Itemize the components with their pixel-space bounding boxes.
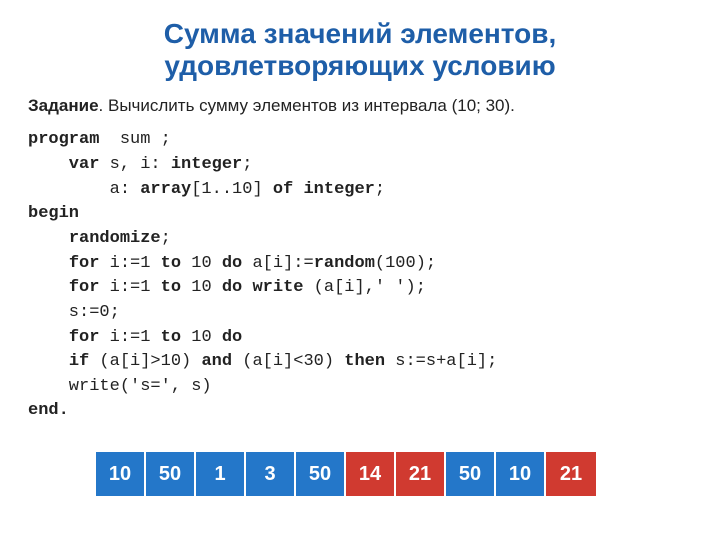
kw-randomize: randomize xyxy=(69,229,161,248)
array-cell-5: 14 xyxy=(346,452,396,496)
code-t: a: xyxy=(28,180,140,199)
code-t: s:=s+a[i]; xyxy=(385,352,497,371)
code-t: ; xyxy=(242,155,252,174)
kw-to: to xyxy=(161,278,181,297)
code-t: i:=1 xyxy=(99,278,160,297)
kw-for: for xyxy=(69,328,100,347)
array-cell-6: 21 xyxy=(396,452,446,496)
kw-begin: begin xyxy=(28,204,79,223)
array-cell-8: 10 xyxy=(496,452,546,496)
kw-end: end. xyxy=(28,401,69,420)
code-t: [1..10] xyxy=(191,180,273,199)
code-t: (a[i]<30) xyxy=(232,352,344,371)
code-t: 10 xyxy=(181,328,222,347)
code-t: write('s=', s) xyxy=(28,377,212,396)
page-title: Сумма значений элементов, удовлетворяющи… xyxy=(0,0,720,90)
code-t: s, i: xyxy=(99,155,170,174)
kw-of-integer: of integer xyxy=(273,180,375,199)
code-t xyxy=(28,229,69,248)
array-cell-9: 21 xyxy=(546,452,596,496)
code-t: s:=0; xyxy=(28,303,120,322)
task-label: Задание xyxy=(28,96,99,115)
kw-to: to xyxy=(161,328,181,347)
array-bar: 105013501421501021 xyxy=(96,452,596,496)
code-t xyxy=(28,254,69,273)
array-cell-0: 10 xyxy=(96,452,146,496)
array-cell-2: 1 xyxy=(196,452,246,496)
code-t: 10 xyxy=(181,254,222,273)
code-t: ; xyxy=(161,229,171,248)
kw-do: do xyxy=(222,328,242,347)
code-t: (a[i]>10) xyxy=(89,352,201,371)
code-t: (100); xyxy=(375,254,436,273)
code-t: ; xyxy=(375,180,385,199)
kw-do-write: do write xyxy=(222,278,304,297)
code-t xyxy=(28,278,69,297)
kw-if: if xyxy=(69,352,89,371)
task-line: Задание. Вычислить сумму элементов из ин… xyxy=(0,90,720,126)
code-t: sum ; xyxy=(99,130,170,149)
array-cell-7: 50 xyxy=(446,452,496,496)
kw-then: then xyxy=(344,352,385,371)
array-cell-1: 50 xyxy=(146,452,196,496)
array-cell-4: 50 xyxy=(296,452,346,496)
code-t: (a[i],' '); xyxy=(303,278,425,297)
kw-to: to xyxy=(161,254,181,273)
title-line-2: удовлетворяющих условию xyxy=(164,50,555,81)
kw-integer: integer xyxy=(171,155,242,174)
code-t: i:=1 xyxy=(99,328,160,347)
kw-random: random xyxy=(314,254,375,273)
kw-do: do xyxy=(222,254,242,273)
code-t xyxy=(28,352,69,371)
kw-array: array xyxy=(140,180,191,199)
kw-for: for xyxy=(69,278,100,297)
kw-var: var xyxy=(28,155,99,174)
code-t: 10 xyxy=(181,278,222,297)
array-cell-3: 3 xyxy=(246,452,296,496)
task-text: . Вычислить сумму элементов из интервала… xyxy=(99,96,515,115)
code-t xyxy=(28,328,69,347)
kw-and: and xyxy=(201,352,232,371)
kw-program: program xyxy=(28,130,99,149)
kw-for: for xyxy=(69,254,100,273)
code-t: i:=1 xyxy=(99,254,160,273)
code-t: a[i]:= xyxy=(242,254,313,273)
code-block: program sum ; var s, i: integer; a: arra… xyxy=(0,126,720,424)
title-line-1: Сумма значений элементов, xyxy=(164,18,557,49)
